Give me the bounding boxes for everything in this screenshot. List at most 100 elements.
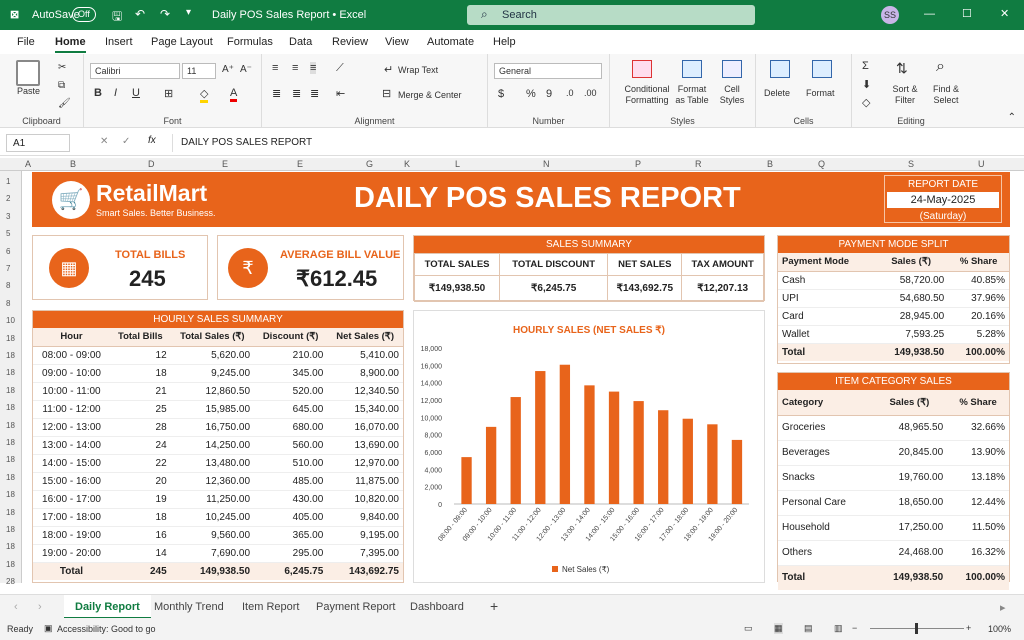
table-cell[interactable]: 13.18%: [947, 465, 1009, 491]
table-cell[interactable]: Card: [778, 307, 874, 326]
fill-color-icon[interactable]: ◇: [200, 87, 209, 103]
table-cell[interactable]: 54,680.50: [873, 289, 949, 308]
table-cell[interactable]: Snacks: [778, 465, 872, 491]
summary-value[interactable]: ₹149,938.50: [413, 275, 501, 302]
column-header[interactable]: K: [404, 159, 410, 169]
align-right-icon[interactable]: ≣: [310, 87, 319, 100]
indent-icon[interactable]: ⇤: [336, 87, 345, 100]
autosave-toggle[interactable]: Off: [72, 7, 96, 22]
collapse-ribbon-icon[interactable]: ⌃: [1008, 112, 1016, 123]
bold-icon[interactable]: B: [94, 87, 102, 99]
table-cell[interactable]: 9,560.00: [170, 526, 255, 545]
table-cell[interactable]: Cash: [778, 271, 874, 290]
tab-view[interactable]: View: [385, 36, 409, 48]
column-header[interactable]: E: [222, 159, 228, 169]
table-cell[interactable]: 25: [110, 400, 171, 419]
paste-icon[interactable]: [16, 60, 40, 86]
orientation-icon[interactable]: ⟋: [336, 62, 344, 75]
table-cell[interactable]: 12:00 - 13:00: [33, 418, 111, 437]
row-header[interactable]: 18: [6, 368, 15, 377]
summary-value[interactable]: ₹12,207.13: [681, 275, 764, 302]
category-row[interactable]: Household 17,250.00 11.50%: [778, 515, 1009, 541]
table-cell[interactable]: 28: [110, 418, 171, 437]
table-cell[interactable]: 15,340.00: [327, 400, 403, 419]
sheet-tab-dashboard[interactable]: Dashboard: [410, 601, 464, 613]
payment-row[interactable]: Card 28,945.00 20.16%: [778, 307, 1009, 326]
table-cell[interactable]: 365.00: [254, 526, 328, 545]
table-cell[interactable]: 17:00 - 18:00: [33, 508, 111, 527]
page-layout-view-icon[interactable]: ▤: [804, 623, 813, 634]
summary-value[interactable]: ₹6,245.75: [499, 275, 609, 302]
table-cell[interactable]: 10:00 - 11:00: [33, 382, 111, 401]
summary-header[interactable]: TOTAL DISCOUNT: [499, 253, 609, 276]
accessibility-status[interactable]: Accessibility: Good to go: [57, 624, 156, 634]
autosum-icon[interactable]: Σ: [862, 60, 869, 72]
payment-row[interactable]: Cash 58,720.00 40.85%: [778, 271, 1009, 290]
align-left-icon[interactable]: ≣: [272, 87, 281, 100]
hourly-row[interactable]: 16:00 - 17:00 19 11,250.00 430.00 10,820.00: [33, 490, 403, 509]
table-cell[interactable]: 295.00: [254, 544, 328, 563]
decrease-decimal-icon[interactable]: .00: [584, 88, 597, 98]
number-format-select[interactable]: General: [494, 63, 602, 79]
row-header[interactable]: 18: [6, 438, 15, 447]
maximize-icon[interactable]: ☐: [962, 7, 972, 20]
table-cell[interactable]: 485.00: [254, 472, 328, 491]
table-cell[interactable]: 18,650.00: [871, 490, 948, 516]
row-header[interactable]: 18: [6, 421, 15, 430]
align-center-icon[interactable]: ≣: [292, 87, 301, 100]
tab-formulas[interactable]: Formulas: [227, 36, 273, 48]
table-cell[interactable]: 37.96%: [948, 289, 1009, 308]
merge-center-button[interactable]: Merge & Center: [398, 90, 462, 100]
table-cell[interactable]: 10,245.00: [170, 508, 255, 527]
table-cell[interactable]: Others: [778, 540, 872, 566]
hourly-row[interactable]: 10:00 - 11:00 21 12,860.50 520.00 12,340.50: [33, 382, 403, 401]
summary-header[interactable]: NET SALES: [607, 253, 683, 276]
cancel-entry-icon[interactable]: ✕: [100, 136, 108, 147]
table-cell[interactable]: 16: [110, 526, 171, 545]
table-header[interactable]: % Share: [947, 390, 1009, 416]
table-cell[interactable]: 16,750.00: [170, 418, 255, 437]
row-header[interactable]: 2: [6, 194, 10, 203]
row-header[interactable]: 18: [6, 455, 15, 464]
hourly-row[interactable]: 12:00 - 13:00 28 16,750.00 680.00 16,070.00: [33, 418, 403, 437]
table-cell[interactable]: 20,845.00: [871, 440, 948, 466]
format-table-button[interactable]: Format as Table: [672, 84, 712, 106]
font-size-select[interactable]: 11: [182, 63, 216, 79]
table-header[interactable]: Payment Mode: [778, 253, 874, 272]
table-cell[interactable]: 08:00 - 09:00: [33, 346, 111, 365]
table-cell[interactable]: 560.00: [254, 436, 328, 455]
table-cell[interactable]: 430.00: [254, 490, 328, 509]
format-painter-icon[interactable]: 🖌: [58, 98, 71, 109]
table-header[interactable]: Total Sales (₹): [170, 328, 255, 347]
table-cell[interactable]: 12.44%: [947, 490, 1009, 516]
row-header[interactable]: 7: [6, 264, 10, 273]
table-cell[interactable]: 11:00 - 12:00: [33, 400, 111, 419]
total-cell[interactable]: 149,938.50: [873, 343, 949, 361]
table-cell[interactable]: 12,970.00: [327, 454, 403, 473]
table-cell[interactable]: 12,360.00: [170, 472, 255, 491]
italic-icon[interactable]: I: [114, 87, 117, 99]
find-icon[interactable]: ⌕: [936, 58, 945, 76]
table-cell[interactable]: Wallet: [778, 325, 874, 344]
zoom-out-icon[interactable]: −: [852, 623, 857, 633]
formula-input[interactable]: DAILY POS SALES REPORT: [172, 134, 1016, 152]
column-header[interactable]: N: [543, 159, 550, 169]
tab-automate[interactable]: Automate: [427, 36, 474, 48]
hourly-row[interactable]: 11:00 - 12:00 25 15,985.00 645.00 15,340.00: [33, 400, 403, 419]
zoom-level[interactable]: 100%: [988, 624, 1011, 634]
table-cell[interactable]: 11,875.00: [327, 472, 403, 491]
table-cell[interactable]: 7,395.00: [327, 544, 403, 563]
table-cell[interactable]: 520.00: [254, 382, 328, 401]
find-select-button[interactable]: Find & Select: [926, 84, 966, 106]
font-name-select[interactable]: Calibri: [90, 63, 180, 79]
increase-decimal-icon[interactable]: .0: [566, 88, 574, 98]
row-header[interactable]: 18: [6, 334, 15, 343]
table-cell[interactable]: 9,195.00: [327, 526, 403, 545]
undo-icon[interactable]: ↶: [135, 7, 145, 21]
table-cell[interactable]: UPI: [778, 289, 874, 308]
table-cell[interactable]: 18: [110, 508, 171, 527]
currency-icon[interactable]: $: [498, 88, 504, 100]
table-cell[interactable]: 24,468.00: [871, 540, 948, 566]
copy-icon[interactable]: ⧉: [58, 80, 65, 91]
table-cell[interactable]: 21: [110, 382, 171, 401]
